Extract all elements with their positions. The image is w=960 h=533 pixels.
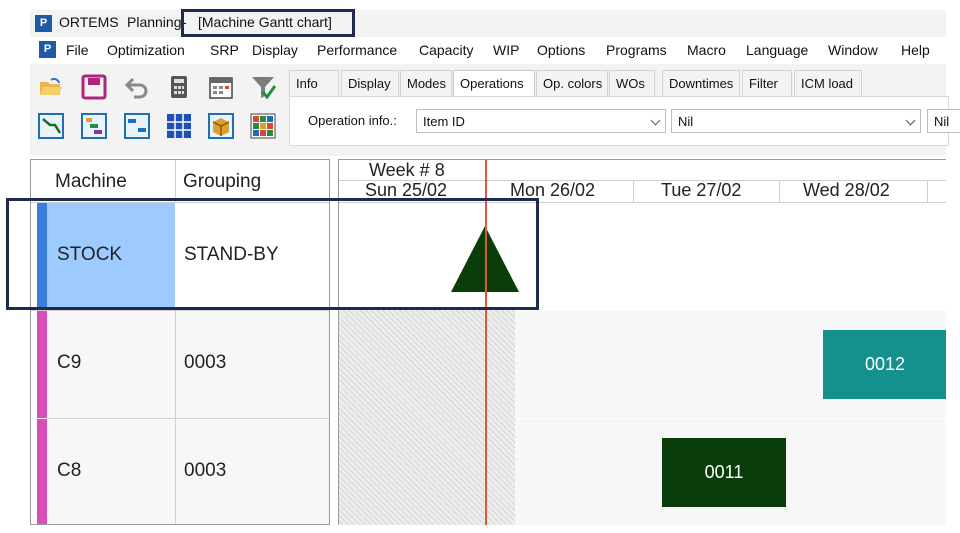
calculator-icon[interactable] <box>166 74 192 100</box>
module-name: Planning <box>127 14 182 30</box>
column-divider <box>175 311 176 524</box>
gantt-view-icon[interactable] <box>38 113 64 139</box>
palette-grid-icon[interactable] <box>250 113 276 139</box>
operation-info-combo-1-value: Item ID <box>423 114 465 129</box>
app-menu-icon[interactable]: P <box>39 41 56 58</box>
operation-info-combo-2[interactable]: Nil <box>671 109 921 133</box>
tab-filter[interactable]: Filter <box>742 70 792 96</box>
day-divider <box>927 180 928 202</box>
menu-performance[interactable]: Performance <box>317 42 397 58</box>
day-divider <box>633 180 634 202</box>
day-label-wed: Wed 28/02 <box>803 180 890 200</box>
operation-info-combo-2-value: Nil <box>678 114 694 129</box>
menu-optimization[interactable]: Optimization <box>107 42 185 58</box>
operation-block-0011[interactable]: 0011 <box>662 438 786 507</box>
app-logo-icon: P <box>35 15 52 32</box>
tab-icm-load[interactable]: ICM load <box>794 70 862 96</box>
menu-bar: P File Optimization SRP Display Performa… <box>30 38 946 64</box>
calendar-icon[interactable] <box>208 74 234 100</box>
row-color-marker <box>37 311 47 418</box>
menu-language[interactable]: Language <box>746 42 808 58</box>
menu-srp[interactable]: SRP <box>210 42 239 58</box>
machine-name-c8: C8 <box>57 460 82 481</box>
operation-info-combo-3-value: Nil <box>934 114 950 129</box>
tab-display[interactable]: Display <box>341 70 399 96</box>
operation-block-0012[interactable]: 0012 <box>823 330 946 399</box>
day-label-tue: Tue 27/02 <box>661 180 742 200</box>
grouping-c8: 0003 <box>184 460 227 481</box>
menu-programs[interactable]: Programs <box>606 42 667 58</box>
menu-macro[interactable]: Macro <box>687 42 726 58</box>
tab-modes[interactable]: Modes <box>400 70 452 96</box>
non-working-time <box>339 310 515 525</box>
chevron-down-icon <box>650 115 661 126</box>
title-bar: P ORTEMS Planning - [Machine Gantt chart… <box>30 10 946 37</box>
menu-options[interactable]: Options <box>537 42 585 58</box>
menu-window[interactable]: Window <box>828 42 878 58</box>
menu-file[interactable]: File <box>66 42 89 58</box>
tab-info[interactable]: Info <box>289 70 339 96</box>
column-header-machine[interactable]: Machine <box>47 160 175 202</box>
operations-tab-body: Operation info.: Item ID Nil Nil <box>289 96 960 146</box>
operation-label: 0012 <box>864 354 906 374</box>
tab-op-colors[interactable]: Op. colors <box>536 70 608 96</box>
open-folder-icon[interactable] <box>38 74 64 100</box>
operation-info-combo-1[interactable]: Item ID <box>416 109 666 133</box>
chevron-down-icon <box>905 115 916 126</box>
menu-help[interactable]: Help <box>901 42 930 58</box>
week-label: Week # 8 <box>369 160 445 180</box>
load-chart-icon[interactable] <box>81 113 107 139</box>
stock-row-highlight <box>6 198 539 310</box>
filter-icon[interactable] <box>250 74 276 100</box>
column-header-grouping[interactable]: Grouping <box>175 160 329 202</box>
operation-info-label: Operation info.: <box>308 113 397 128</box>
tab-operations[interactable]: Operations <box>453 70 535 97</box>
settings-tabs-panel: Info Display Modes Operations Op. colors… <box>289 70 960 146</box>
menu-display[interactable]: Display <box>252 42 298 58</box>
operation-label: 0011 <box>704 462 744 482</box>
menu-capacity[interactable]: Capacity <box>419 42 473 58</box>
tab-wos[interactable]: WOs <box>609 70 655 96</box>
undo-icon[interactable] <box>124 74 150 100</box>
operation-info-combo-3[interactable]: Nil <box>927 109 960 133</box>
day-divider <box>779 180 780 202</box>
sequence-icon[interactable] <box>124 113 150 139</box>
app-name: ORTEMS <box>59 14 119 30</box>
save-icon[interactable] <box>81 74 107 100</box>
machine-name-c9: C9 <box>57 352 82 373</box>
tab-downtimes[interactable]: Downtimes <box>662 70 740 96</box>
package-icon[interactable] <box>208 113 234 139</box>
menu-wip[interactable]: WIP <box>493 42 519 58</box>
window-title-highlight <box>181 9 355 37</box>
row-color-marker <box>37 419 47 524</box>
grouping-c9: 0003 <box>184 352 227 373</box>
table-grid-icon[interactable] <box>166 113 192 139</box>
